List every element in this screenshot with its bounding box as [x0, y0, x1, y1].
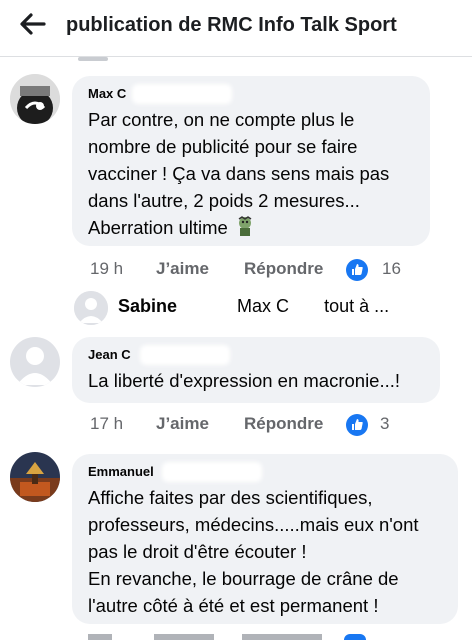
- comment-text: La liberté d'expression en macronie...!: [88, 370, 401, 391]
- comment-time[interactable]: 19 h: [90, 259, 123, 279]
- reply-suffix: tout à ...: [324, 296, 390, 316]
- redaction: [162, 462, 262, 482]
- comment-author[interactable]: Emmanuel: [88, 462, 444, 482]
- comment-text: Affiche faites par des scientifiques, pr…: [88, 487, 419, 616]
- zombie-emoji-icon: [238, 216, 252, 236]
- reply-author[interactable]: Sabine: [118, 296, 177, 316]
- comment-author[interactable]: Jean C: [88, 345, 426, 365]
- comment-actions: 19 h J’aime Répondre 16: [90, 259, 430, 281]
- like-reaction-icon: [346, 259, 368, 281]
- avatar[interactable]: [10, 74, 60, 124]
- avatar[interactable]: [10, 452, 60, 502]
- avatar[interactable]: [10, 337, 60, 387]
- redaction: [177, 297, 238, 315]
- reaction-count[interactable]: 3: [380, 414, 389, 434]
- redaction: [289, 297, 320, 315]
- back-arrow-icon[interactable]: [18, 12, 46, 36]
- page-title: publication de RMC Info Talk Sport: [66, 14, 397, 36]
- comment-text: Par contre, on ne compte plus le nombre …: [88, 109, 390, 238]
- comment-time[interactable]: 17 h: [90, 414, 123, 434]
- reply-button[interactable]: Répondre: [244, 414, 323, 434]
- comment-bubble: Emmanuel Affiche faites par des scientif…: [72, 454, 458, 624]
- like-button[interactable]: J’aime: [156, 414, 209, 434]
- comment-author[interactable]: Max C: [88, 84, 416, 104]
- redaction: [132, 84, 232, 104]
- reply-preview-text: Sabine Max C tout à ...: [118, 296, 389, 317]
- comment-bubble: Jean C La liberté d'expression en macron…: [72, 337, 440, 403]
- scrolled-content-fragment: [78, 57, 108, 61]
- comment-bubble: Max C Par contre, on ne compte plus le n…: [72, 76, 430, 246]
- redaction: [140, 345, 230, 365]
- like-reaction-icon: [346, 414, 368, 436]
- reply-button[interactable]: Répondre: [244, 259, 323, 279]
- reply-mention[interactable]: Max C: [237, 296, 289, 316]
- reaction-count[interactable]: 16: [382, 259, 401, 279]
- comment-actions: 17 h J’aime Répondre 3: [90, 414, 430, 436]
- reply-preview[interactable]: Sabine Max C tout à ...: [74, 288, 472, 326]
- like-button[interactable]: J’aime: [156, 259, 209, 279]
- top-bar: publication de RMC Info Talk Sport: [0, 0, 472, 57]
- avatar[interactable]: [74, 291, 108, 325]
- comment-actions-cutoff: [88, 634, 418, 640]
